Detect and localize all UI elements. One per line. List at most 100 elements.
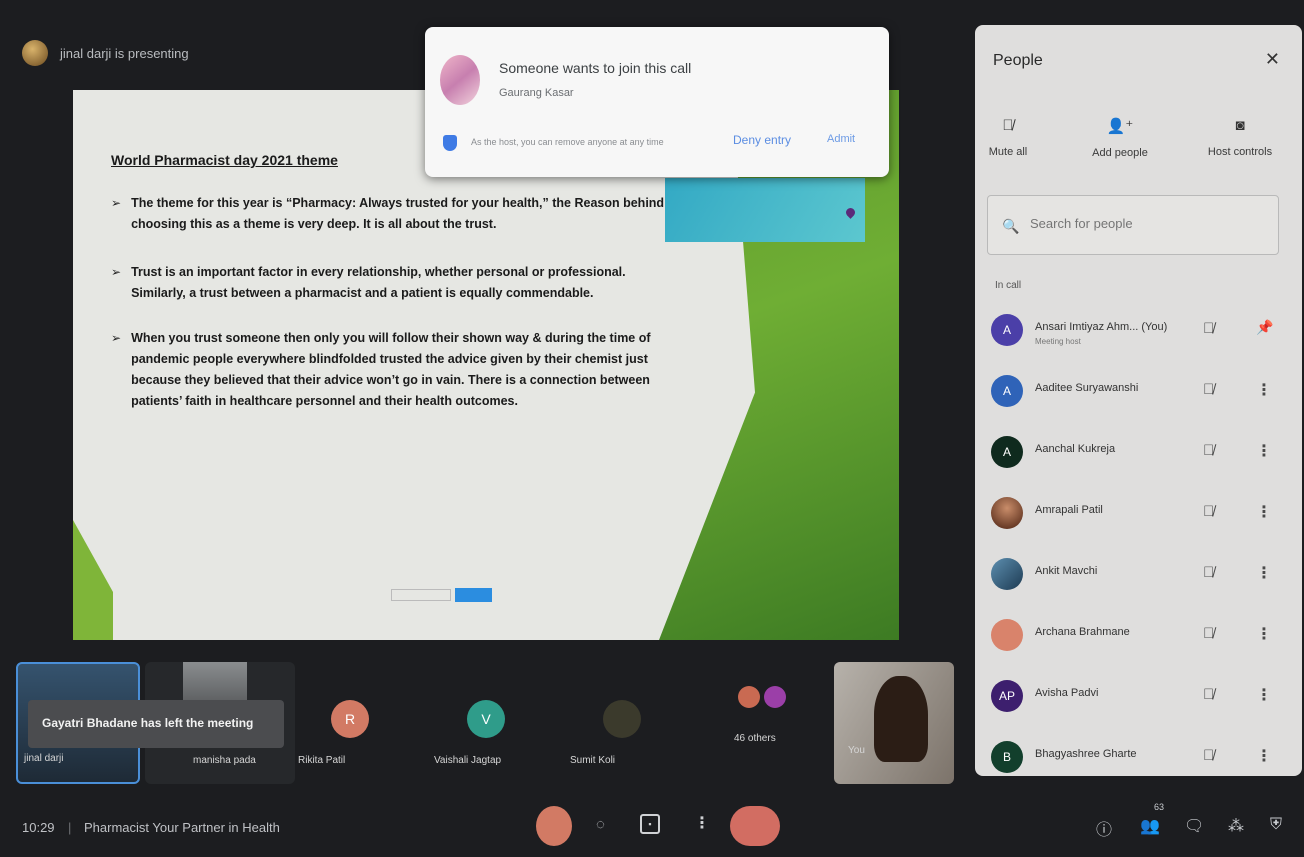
requester-name: Gaurang Kasar bbox=[499, 87, 574, 99]
mic-off-icon[interactable]: 🎙̸ bbox=[1203, 625, 1214, 642]
more-options-button[interactable]: ⋮ bbox=[694, 813, 710, 833]
participant-tile[interactable]: V Vaishali Jagtap bbox=[434, 662, 564, 784]
avatar bbox=[764, 686, 786, 708]
avatar bbox=[991, 619, 1023, 651]
mic-off-icon[interactable]: 🎙̸ bbox=[1203, 564, 1214, 581]
avatar bbox=[991, 497, 1023, 529]
more-options-icon[interactable]: ⋮ bbox=[1256, 441, 1272, 461]
tile-name: jinal darji bbox=[24, 753, 64, 764]
search-icon: 🔍 bbox=[1002, 218, 1020, 234]
more-options-icon[interactable]: ⋮ bbox=[1256, 624, 1272, 644]
in-call-label: In call bbox=[995, 280, 1022, 291]
participant-row[interactable]: A Aanchal Kukreja 🎙̸ ⋮ bbox=[991, 432, 1291, 476]
mic-off-icon[interactable]: 🎙̸ bbox=[1203, 320, 1214, 337]
tile-name: 46 others bbox=[734, 733, 776, 744]
mic-off-icon[interactable]: 🎙̸ bbox=[1203, 686, 1214, 703]
host-controls-icon: ◙ bbox=[1235, 117, 1245, 134]
participant-name: Aanchal Kukreja bbox=[1035, 443, 1116, 455]
mute-all-button[interactable]: 🎙̸ Mute all bbox=[983, 117, 1033, 158]
participant-row[interactable]: A Aaditee Suryawanshi 🎙̸ ⋮ bbox=[991, 371, 1291, 415]
participant-name: Archana Brahmane bbox=[1035, 626, 1130, 638]
avatar: R bbox=[331, 700, 369, 738]
more-options-icon[interactable]: ⋮ bbox=[1256, 563, 1272, 583]
host-note: As the host, you can remove anyone at an… bbox=[471, 137, 664, 147]
control-label: Add people bbox=[1092, 147, 1148, 159]
admit-button[interactable]: Admit bbox=[827, 133, 855, 145]
participant-row[interactable]: A Ansari Imtiyaz Ahm... (You) Meeting ho… bbox=[991, 310, 1291, 354]
participant-tile[interactable]: You bbox=[834, 662, 954, 784]
close-icon[interactable]: ✕ bbox=[1265, 49, 1280, 70]
bullet-text: Trust is an important factor in every re… bbox=[131, 265, 626, 300]
info-icon[interactable]: ⓘ bbox=[1096, 816, 1112, 840]
leave-call-button[interactable] bbox=[730, 806, 780, 846]
presenter-label: jinal darji is presenting bbox=[60, 45, 189, 61]
control-label: Host controls bbox=[1207, 146, 1273, 158]
mic-off-icon[interactable]: 🎙̸ bbox=[1203, 442, 1214, 459]
tile-name: manisha pada bbox=[193, 755, 256, 766]
slide-green-corner bbox=[73, 520, 113, 640]
more-options-icon[interactable]: ⋮ bbox=[1256, 380, 1272, 400]
slide-bullet: ➢ When you trust someone then only you w… bbox=[111, 328, 671, 412]
slide-bullet: ➢ The theme for this year is “Pharmacy: … bbox=[111, 193, 671, 235]
avatar bbox=[991, 558, 1023, 590]
participant-tile[interactable]: Sumit Koli bbox=[570, 662, 700, 784]
avatar bbox=[603, 700, 641, 738]
people-count-badge: 63 bbox=[1154, 802, 1165, 812]
more-options-icon[interactable]: ⋮ bbox=[1256, 685, 1272, 705]
participant-row[interactable]: B Bhagyashree Gharte 🎙̸ ⋮ bbox=[991, 737, 1291, 776]
tile-name: Rikita Patil bbox=[298, 755, 346, 766]
mic-off-icon[interactable]: 🎙̸ bbox=[1203, 747, 1214, 764]
tile-name: You bbox=[848, 745, 865, 756]
host-controls-button[interactable]: ◙ Host controls bbox=[1195, 117, 1285, 158]
left-meeting-toast: Gayatri Bhadane has left the meeting bbox=[28, 700, 284, 748]
camera-toggle-button[interactable]: ◌ bbox=[596, 816, 605, 833]
participant-row[interactable]: AP Avisha Padvi 🎙̸ ⋮ bbox=[991, 676, 1291, 720]
participant-role: Meeting host bbox=[1035, 337, 1081, 346]
avatar: B bbox=[991, 741, 1023, 773]
more-options-icon[interactable]: ⋮ bbox=[1256, 746, 1272, 766]
slide-bullet: ➢ Trust is an important factor in every … bbox=[111, 262, 671, 304]
add-people-button[interactable]: 👤⁺ Add people bbox=[1085, 117, 1155, 159]
participant-row[interactable]: Ankit Mavchi 🎙̸ ⋮ bbox=[991, 554, 1291, 598]
host-safety-icon[interactable]: ⛨ bbox=[1270, 816, 1282, 834]
control-label: Mute all bbox=[988, 146, 1028, 158]
avatar: AP bbox=[991, 680, 1023, 712]
bottom-bar: 10:29 | Pharmacist Your Partner in Healt… bbox=[0, 798, 1304, 857]
participant-row[interactable]: Archana Brahmane 🎙̸ ⋮ bbox=[991, 615, 1291, 659]
bullet-text: When you trust someone then only you wil… bbox=[131, 331, 651, 408]
mic-off-icon: 🎙̸ bbox=[1002, 117, 1014, 134]
search-input[interactable] bbox=[1030, 216, 1250, 231]
chat-icon[interactable]: 🗨 bbox=[1184, 816, 1204, 836]
people-panel: People ✕ 🎙̸ Mute all 👤⁺ Add people ◙ Hos… bbox=[975, 25, 1302, 776]
arrow-bullet-icon: ➢ bbox=[111, 331, 122, 345]
avatar bbox=[738, 686, 760, 708]
tile-video bbox=[874, 676, 928, 762]
participant-tile[interactable]: R Rikita Patil bbox=[298, 662, 428, 784]
participant-name: Ankit Mavchi bbox=[1035, 565, 1098, 577]
mic-off-icon[interactable]: 🎙̸ bbox=[1203, 503, 1214, 520]
pin-icon[interactable]: 📌 bbox=[1256, 319, 1273, 336]
participant-name: Aaditee Suryawanshi bbox=[1035, 382, 1139, 394]
join-request-card: Someone wants to join this call Gaurang … bbox=[425, 27, 889, 177]
people-icon[interactable]: 👥 bbox=[1140, 816, 1160, 836]
mic-toggle-button[interactable] bbox=[536, 806, 572, 846]
slide-title: World Pharmacist day 2021 theme bbox=[111, 152, 338, 168]
more-options-icon[interactable]: ⋮ bbox=[1256, 502, 1272, 522]
caption-link bbox=[496, 592, 501, 598]
mic-off-icon[interactable]: 🎙̸ bbox=[1203, 381, 1214, 398]
deny-entry-button[interactable]: Deny entry bbox=[733, 133, 791, 147]
activities-icon[interactable]: ⁂ bbox=[1228, 816, 1244, 836]
avatar: V bbox=[467, 700, 505, 738]
tile-name: Sumit Koli bbox=[570, 755, 616, 766]
participant-name: Avisha Padvi bbox=[1035, 687, 1099, 699]
present-screen-button[interactable]: ▪ bbox=[640, 814, 660, 834]
requester-avatar bbox=[440, 55, 480, 105]
search-box[interactable]: 🔍 bbox=[987, 195, 1279, 255]
tile-name: Vaishali Jagtap bbox=[434, 755, 502, 766]
caption-button bbox=[455, 588, 492, 602]
arrow-bullet-icon: ➢ bbox=[111, 196, 122, 210]
clock: 10:29 bbox=[22, 820, 55, 835]
participant-tile[interactable]: 46 others bbox=[706, 662, 826, 784]
arrow-bullet-icon: ➢ bbox=[111, 265, 122, 279]
participant-row[interactable]: Amrapali Patil 🎙̸ ⋮ bbox=[991, 493, 1291, 537]
